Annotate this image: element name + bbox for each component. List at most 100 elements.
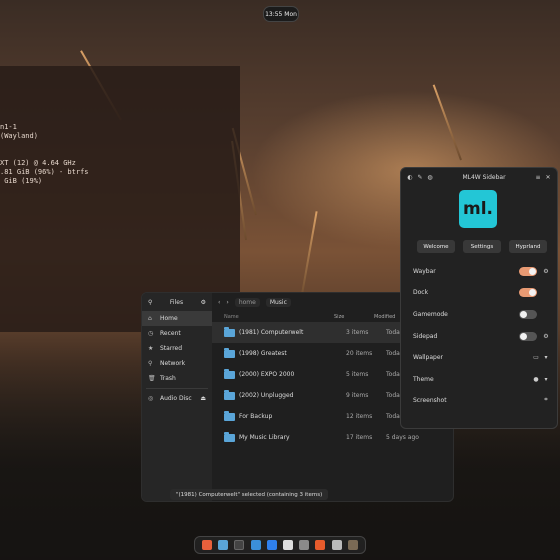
files-sidebar-header: ⚲ Files ⚙ [142, 293, 212, 311]
code-icon[interactable] [266, 540, 277, 550]
sidebar-item-trash[interactable]: 🗑 Trash [142, 371, 212, 386]
option-dock: Dock [413, 285, 551, 299]
disc-icon: ◎ [148, 395, 154, 402]
folder-icon [224, 326, 235, 337]
terminal-line: (Wayland) [0, 132, 38, 140]
row-size: 12 items [346, 413, 373, 420]
menu-icon[interactable]: ≡ [533, 174, 543, 181]
contrast-icon[interactable]: ◐ [405, 174, 415, 181]
trash-icon: 🗑 [148, 375, 156, 382]
option-label: Wallpaper [413, 353, 444, 361]
row-size: 5 items [346, 371, 369, 378]
sidebar-item-label: Home [160, 315, 178, 322]
app-icon[interactable] [331, 540, 342, 550]
row-size: 17 items [346, 434, 373, 441]
sidebar-item-audio-disc[interactable]: ◎ Audio Disc ⏏ [142, 391, 212, 406]
app-icon[interactable] [315, 540, 326, 550]
eject-icon[interactable]: ⏏ [200, 395, 206, 402]
column-name[interactable]: Name [212, 314, 334, 320]
option-wallpaper: Wallpaper ▭ ▾ [413, 350, 551, 364]
gamemode-toggle[interactable] [519, 309, 537, 319]
dock-toggle[interactable] [519, 287, 537, 297]
forward-icon[interactable]: › [226, 299, 228, 306]
option-label: Dock [413, 288, 429, 296]
settings-button[interactable]: Settings [463, 240, 501, 253]
palette-icon[interactable]: ◍ [425, 174, 435, 181]
close-icon[interactable]: ✕ [543, 174, 553, 181]
top-bar-clock[interactable]: 13:55 Mon [263, 6, 299, 22]
option-label: Sidepad [413, 332, 438, 340]
sidebar-item-label: Recent [160, 330, 181, 337]
store-icon[interactable] [250, 540, 261, 550]
sidebar-item-label: Trash [160, 375, 176, 382]
sidepad-toggle[interactable] [519, 331, 537, 341]
option-label: Gamemode [413, 310, 448, 318]
row-modified: 5 days ago [386, 434, 419, 441]
row-name: (1981) Computerwelt [239, 329, 304, 336]
option-waybar: Waybar ⚙ [413, 264, 551, 278]
chevron-down-icon[interactable]: ▾ [541, 354, 551, 361]
row-size: 9 items [346, 392, 369, 399]
terminal-line: XT (12) @ 4.64 GHz [0, 159, 76, 167]
sidebar-tabs: Welcome Settings Hyprland [417, 240, 547, 253]
monitor-icon[interactable]: ▭ [531, 354, 541, 361]
tweaks-icon[interactable] [299, 540, 310, 550]
row-size: 20 items [346, 350, 373, 357]
edit-icon[interactable]: ✎ [415, 174, 425, 181]
folder-icon [224, 410, 235, 421]
home-icon: ⌂ [148, 315, 152, 322]
row-name: (2002) Unplugged [239, 392, 294, 399]
breadcrumb-current[interactable]: Music [265, 297, 291, 307]
back-icon[interactable]: ‹ [218, 299, 220, 306]
hyprland-button[interactable]: Hyprland [509, 240, 547, 253]
terminal-icon[interactable] [234, 540, 245, 550]
row-name: (2000) EXPO 2000 [239, 371, 295, 378]
gear-icon[interactable]: ⚙ [541, 333, 551, 340]
files-title: Files [169, 298, 184, 306]
option-screenshot: Screenshot ⌗ [413, 393, 551, 407]
row-name: (1998) Greatest [239, 350, 287, 357]
table-row[interactable]: My Music Library 17 items 5 days ago [212, 427, 453, 448]
sidebar-item-recent[interactable]: ◷ Recent [142, 326, 212, 341]
network-icon: ⚲ [148, 360, 153, 367]
option-label: Waybar [413, 267, 436, 275]
files-sidebar: ⚲ Files ⚙ ⌂ Home ◷ Recent ★ Starred ⚲ Ne… [142, 293, 212, 501]
clock-icon: ◷ [148, 330, 154, 337]
row-name: My Music Library [239, 434, 290, 441]
gear-icon[interactable]: ⚙ [541, 268, 551, 275]
files-icon[interactable] [218, 540, 229, 550]
settings-icon[interactable] [283, 540, 294, 550]
ml4w-sidebar[interactable]: ◐ ✎ ◍ ML4W Sidebar ≡ ✕ ml. Welcome Setti… [400, 167, 558, 429]
sidebar-item-network[interactable]: ⚲ Network [142, 356, 212, 371]
dock [194, 536, 366, 554]
waybar-toggle[interactable] [519, 266, 537, 276]
folder-icon [224, 347, 235, 358]
column-size[interactable]: Size [334, 314, 374, 320]
firefox-icon[interactable] [202, 540, 213, 550]
sidebar-item-label: Network [160, 360, 186, 367]
selection-status: "(1981) Computerwelt" selected (containi… [170, 489, 329, 500]
screenshot-icon[interactable]: ⌗ [541, 396, 551, 404]
sidebar-item-home[interactable]: ⌂ Home [142, 311, 212, 326]
ml4w-logo: ml. [459, 190, 497, 228]
sidebar-titlebar: ◐ ✎ ◍ ML4W Sidebar ≡ ✕ [401, 168, 557, 186]
breadcrumb-home[interactable]: home [234, 297, 260, 307]
option-gamemode: Gamemode [413, 307, 551, 321]
sidebar-item-starred[interactable]: ★ Starred [142, 341, 212, 356]
star-icon: ★ [148, 345, 154, 352]
folder-icon [224, 431, 235, 442]
option-label: Theme [413, 375, 434, 383]
option-sidepad: Sidepad ⚙ [413, 329, 551, 343]
chevron-down-icon[interactable]: ▾ [541, 376, 551, 383]
sidebar-item-label: Audio Disc [160, 395, 192, 402]
droplet-icon[interactable]: ● [531, 376, 541, 383]
folder-icon [224, 389, 235, 400]
terminal-line: GiB (19%) [0, 177, 43, 185]
row-size: 3 items [346, 329, 369, 336]
row-name: For Backup [239, 413, 273, 420]
terminal-line: n1-1 [0, 123, 17, 131]
app-grid-icon[interactable] [347, 540, 358, 550]
welcome-button[interactable]: Welcome [417, 240, 455, 253]
menu-icon[interactable]: ⚙ [201, 299, 206, 306]
search-icon[interactable]: ⚲ [148, 299, 152, 306]
